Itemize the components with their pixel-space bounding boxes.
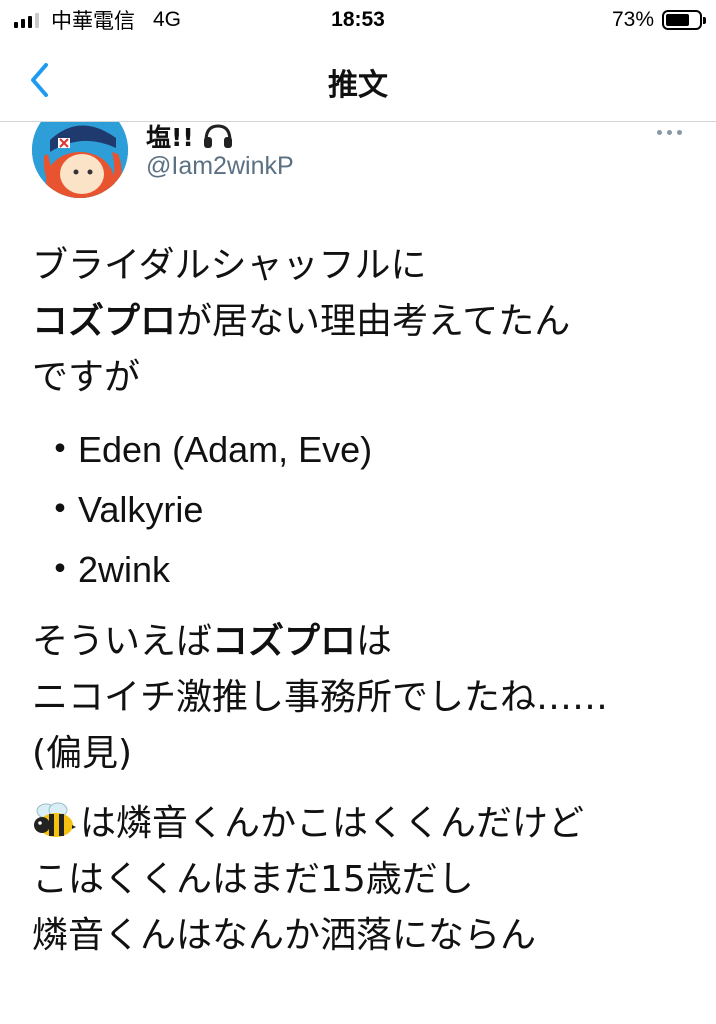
bold-agency-name: コズプロ [32, 301, 177, 342]
tweet-text-span: そういえば [32, 621, 213, 662]
more-options-button[interactable] [657, 124, 682, 141]
tweet-author: 塩!! @Iam2winkP [0, 122, 716, 202]
tweet-paragraph-2: そういえばコズプロは ニコイチ激推し事務所でしたね…… (偏見) [32, 614, 702, 782]
list-item: ・ Eden (Adam, Eve) [32, 420, 702, 480]
page-title: 推文 [328, 68, 388, 103]
list-item: ・ Valkyrie [32, 480, 702, 540]
list-item-text: Eden (Adam, Eve) [78, 429, 373, 470]
tweet-bullet-list: ・ Eden (Adam, Eve) ・ Valkyrie ・ 2wink [32, 420, 702, 600]
tweet-text-span: が居ない理由考えてたん [176, 301, 571, 342]
tweet-line: ニコイチ激推し事務所でしたね…… [32, 677, 609, 718]
status-bar: 中華電信 4G 18:53 73% [0, 0, 716, 40]
navigation-bar: 推文 [0, 40, 716, 122]
tweet-line: コズプロが居ない理由考えてたん [32, 294, 702, 350]
tweet-line: ですが [32, 357, 141, 398]
user-handle[interactable]: @Iam2winkP [146, 152, 294, 181]
bee-emoji-icon [34, 802, 76, 837]
headphones-icon [203, 124, 232, 148]
more-dots-icon [657, 130, 662, 135]
bullet-marker: ・ [42, 429, 79, 470]
tweet-line: 燐音くんはなんか洒落にならん [32, 915, 537, 956]
tweet-line: そういえばコズプロは [32, 614, 702, 670]
battery-fill [666, 14, 690, 26]
tweet-line: こはくくんはまだ15歳だし [32, 859, 474, 900]
bullet-marker: ・ [42, 549, 79, 590]
bullet-marker: ・ [42, 489, 79, 530]
status-time: 18:53 [331, 8, 385, 31]
battery-percent: 73% [611, 8, 654, 31]
avatar[interactable] [32, 122, 128, 198]
list-item: ・ 2wink [32, 540, 702, 600]
tweet-line: ブライダルシャッフルに [32, 245, 427, 286]
list-item-text: 2wink [78, 549, 171, 590]
tweet-text-span: は燐音くんかこはくくんだけど [80, 803, 585, 844]
tweet-line: は燐音くんかこはくくんだけど [32, 796, 702, 852]
tweet-text-span: は [356, 621, 393, 662]
display-name-text: 塩!! [146, 123, 194, 152]
tweet-text: ブライダルシャッフルに コズプロが居ない理由考えてたん ですが ・ Eden (… [32, 238, 702, 978]
tweet-paragraph-1: ブライダルシャッフルに コズプロが居ない理由考えてたん ですが [32, 238, 702, 406]
bold-agency-name: コズプロ [212, 621, 357, 662]
tweet-line: (偏見) [32, 733, 133, 774]
battery-icon [662, 10, 706, 30]
list-item-text: Valkyrie [78, 489, 204, 530]
tweet-paragraph-3: は燐音くんかこはくくんだけど こはくくんはまだ15歳だし 燐音くんはなんか洒落に… [32, 796, 702, 964]
avatar-image [32, 122, 128, 198]
display-name[interactable]: 塩!! [146, 122, 234, 154]
status-right: 73% [611, 8, 706, 32]
